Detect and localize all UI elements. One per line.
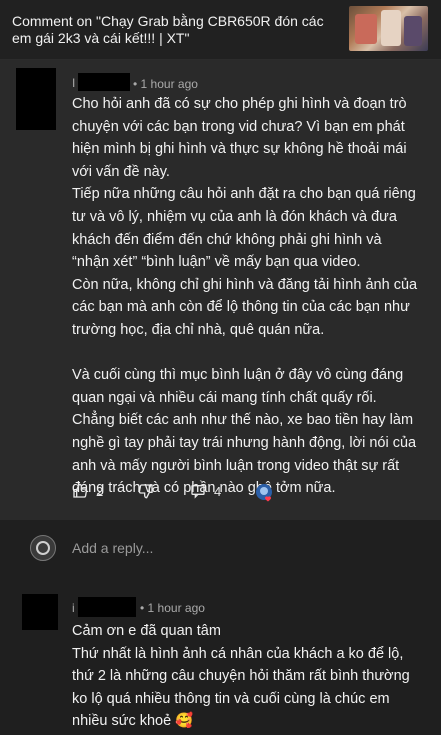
reply-timestamp: • 1 hour ago (140, 601, 205, 615)
avatar-redacted (22, 594, 58, 630)
comment-paragraph: Và cuối cùng thì mục bình luận ở đây vô … (72, 367, 417, 497)
user-avatar (30, 535, 56, 561)
add-reply-bar (0, 524, 441, 576)
header-bar: Comment on "Chạy Grab bằng CBR650R đón c… (0, 0, 441, 60)
reply-button[interactable]: 4 (190, 483, 221, 499)
comment-paragraph: Còn nữa, không chỉ ghi hình và đăng tải … (72, 276, 418, 338)
reply-count: 4 (214, 483, 222, 499)
creator-avatar-icon (256, 484, 272, 502)
comment-paragraph: Cho hỏi anh đã có sự cho phép ghi hình v… (72, 96, 407, 180)
reply-comment: i • 1 hour ago Cảm ơn e đã quan tâm Thứ … (0, 580, 441, 735)
add-reply-input[interactable]: Add a reply... (72, 540, 153, 556)
video-thumbnail[interactable] (349, 6, 428, 51)
dislike-button[interactable] (138, 483, 154, 499)
like-count: 2 (96, 483, 104, 499)
reply-icon (191, 485, 205, 499)
avatar-redacted (16, 68, 56, 130)
comment-body: Cho hỏi anh đã có sự cho phép ghi hình v… (72, 93, 422, 500)
name-separator: I (72, 76, 76, 90)
reply-line: Thứ nhất là hình ảnh cá nhân của khách a… (72, 645, 410, 730)
creator-heart-badge (255, 483, 275, 503)
video-title[interactable]: Comment on "Chạy Grab bằng CBR650R đón c… (12, 13, 332, 47)
name-separator: i (72, 601, 75, 615)
thumbs-up-icon (73, 483, 88, 498)
author-name-redacted[interactable] (78, 73, 130, 91)
reply-body: Cảm ơn e đã quan tâm Thứ nhất là hình ản… (72, 620, 428, 733)
comment-timestamp: • 1 hour ago (133, 77, 198, 91)
like-button[interactable]: 2 (72, 483, 103, 499)
author-name-redacted[interactable] (78, 597, 136, 617)
comment-actions: 2 4 (72, 483, 432, 505)
reply-line: Cảm ơn e đã quan tâm (72, 623, 221, 639)
thumbs-down-icon (138, 484, 153, 499)
comment-paragraph: Tiếp nữa những câu hỏi anh đặt ra cho bạ… (72, 186, 416, 271)
main-comment: I • 1 hour ago Cho hỏi anh đã có sự cho … (0, 60, 441, 520)
